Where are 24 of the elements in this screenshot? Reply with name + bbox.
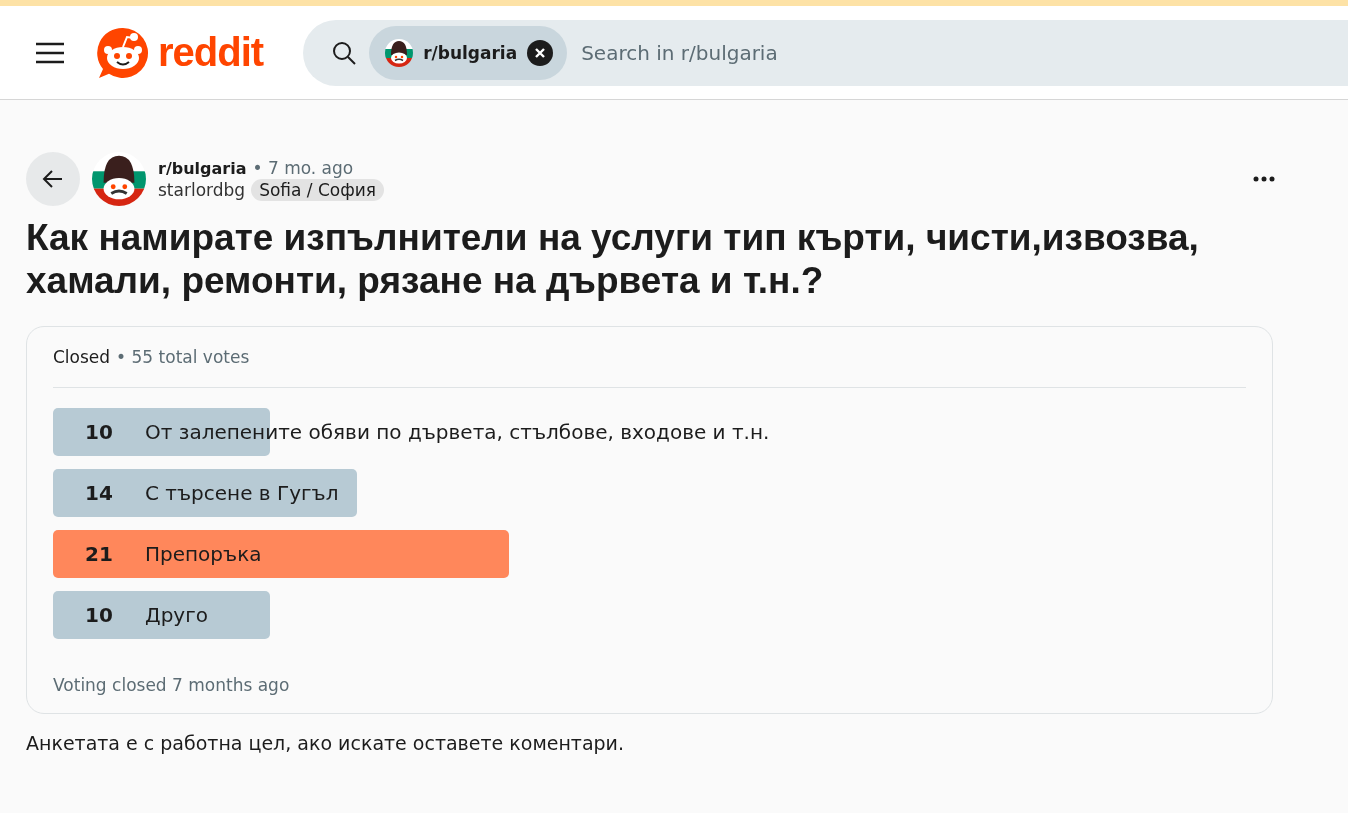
vote-count: 10: [84, 420, 114, 444]
option-label: От залепените обяви по дървета, стълбове, входове и т.н.: [145, 420, 770, 444]
option-label: Друго: [145, 603, 208, 627]
option-label: С търсене в Гугъл: [145, 481, 339, 505]
post-title: Как намирате изпълнители на услуги тип кърти, чисти,извозва, хамали, ремонти, рязане на дървета и т.н.?: [26, 216, 1200, 302]
search-icon: [331, 39, 358, 66]
author-link[interactable]: starlordbg: [158, 180, 246, 200]
post-body: Анкетата е с работна цел, ако искате оставете коментари.: [26, 732, 625, 754]
community-link[interactable]: r/bulgaria: [158, 159, 247, 178]
user-flair: Sofia / София: [251, 179, 385, 201]
post-time: • 7 mo. ago: [252, 158, 354, 178]
reddit-logo-icon[interactable]: [96, 25, 150, 80]
poll-footer: Voting closed 7 months ago: [53, 675, 1246, 695]
vote-count: 14: [84, 481, 114, 505]
vote-count: 10: [84, 603, 114, 627]
community-chip[interactable]: r/bulgaria: [369, 25, 568, 80]
close-icon[interactable]: [527, 39, 554, 66]
community-avatar-icon: [385, 38, 414, 67]
search-field[interactable]: r/bulgaria Search in r/bulgaria: [303, 19, 1348, 86]
back-button[interactable]: [26, 152, 80, 206]
poll-status: Closed: [53, 347, 111, 367]
vote-count: 21: [84, 542, 114, 566]
total-votes: • 55 total votes: [116, 347, 250, 367]
option-label: Препоръка: [145, 542, 262, 566]
